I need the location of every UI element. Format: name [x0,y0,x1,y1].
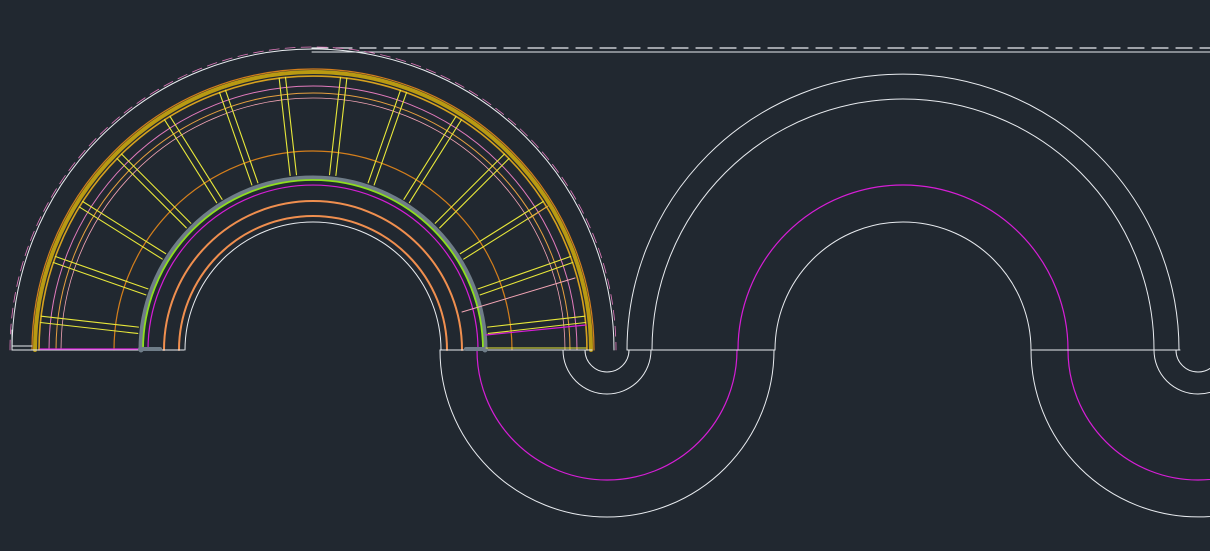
ring-white-inner [184,221,442,351]
rib-8-b [373,91,408,186]
lower-u-outer [439,349,775,518]
lower-u-centerline [476,349,738,481]
rib-6-b [284,76,298,176]
rib-4-b [169,115,223,200]
upper-arch-outer [626,73,1180,351]
rib-3-b [120,153,192,224]
serpentine-channel [439,73,1210,518]
accent-pink [461,277,576,313]
ring-orange-edge [31,68,595,351]
ring-coral-inner [178,215,448,351]
right-u-outer [1030,349,1210,518]
rib-0-b [40,315,140,328]
right-u-small-inner [1175,349,1210,373]
rib-2-a [78,206,163,260]
rib-6-a [278,77,291,177]
rib-9-a [403,115,457,200]
dashed-centerline [311,47,1210,53]
ring-magenta [147,184,479,351]
rib-7-b [335,77,348,177]
ring-pink-hairline [9,46,617,351]
rib-1-b [54,255,149,290]
cad-drawing-canvas[interactable] [0,0,1210,551]
ring-gold-inner [38,75,588,351]
accent-magenta [485,324,587,336]
ring-pink-outer [48,85,578,351]
rib-13-b [487,321,587,335]
ring-lime [142,179,484,351]
rib-11-a [459,200,544,255]
rib-4-a [163,119,218,204]
upper-arch-inner [774,221,1032,351]
rib-5-a [218,91,253,186]
rib-3-a [116,157,187,229]
ring-white-outer [11,48,615,351]
rib-10-b [439,157,510,229]
upper-arch-centerline [737,184,1069,351]
arch-rings [9,46,617,353]
rib-13-a [486,315,586,328]
rib-9-b [408,119,463,204]
ring-steel-band [138,175,488,353]
rib-2-b [82,200,167,255]
rib-0-a [39,321,139,335]
rib-10-a [434,153,506,224]
rib-7-a [328,76,342,176]
lower-u-small-inner [584,349,630,373]
left-arch-assembly [9,46,617,353]
